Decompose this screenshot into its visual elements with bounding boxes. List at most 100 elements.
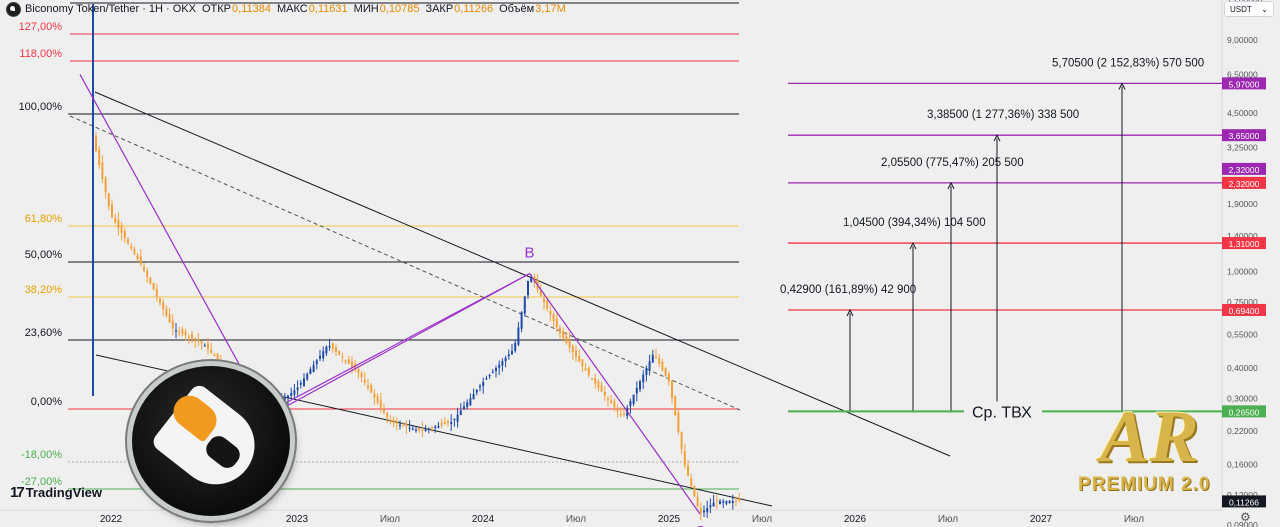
candle-body <box>466 402 469 408</box>
y-axis-tick-label: 4,50000 <box>1227 108 1258 118</box>
candle-body <box>424 429 427 432</box>
biconomy-logo-icon <box>6 1 21 17</box>
candle-body <box>738 498 741 502</box>
candle-body <box>488 374 491 377</box>
candle-body <box>168 313 171 323</box>
price-badge-label: 0,69400 <box>1229 306 1260 316</box>
candle-body <box>95 135 97 152</box>
candle-body <box>347 359 350 364</box>
candle-body <box>200 341 203 344</box>
fib-level-label: 0,00% <box>31 396 62 408</box>
candle-body <box>712 502 715 507</box>
y-axis-tick-label: 0,30000 <box>1227 393 1258 403</box>
fib-level-label: 38,20% <box>25 284 63 296</box>
candle-body <box>549 310 552 315</box>
candle-body <box>546 300 549 309</box>
candle-body <box>143 266 145 271</box>
open-value: 0,11384 <box>232 3 271 15</box>
candle-body <box>101 162 104 179</box>
candle-body <box>187 336 190 338</box>
candle-body <box>130 246 133 249</box>
candle-body <box>437 425 440 428</box>
candle-body <box>357 368 360 373</box>
candle-body <box>696 496 699 507</box>
candle-body <box>421 429 424 431</box>
candle-body <box>210 349 213 353</box>
fib-level-label: -18,00% <box>21 449 62 461</box>
x-axis-tick-label: Июл <box>380 514 400 525</box>
candle-body <box>219 361 222 364</box>
candle-body <box>555 318 558 328</box>
candle-body <box>690 478 693 486</box>
candle-body <box>306 373 309 380</box>
candle-body <box>338 350 341 355</box>
tradingview-logo[interactable]: 17 TradingView <box>10 484 102 501</box>
candle-body <box>191 333 193 339</box>
price-badge-label: 0,26500 <box>1229 407 1260 417</box>
candle-body <box>687 465 689 476</box>
candle-body <box>517 327 520 345</box>
y-axis-tick-label: 1,00000 <box>1227 267 1258 277</box>
chart-area[interactable]: 18,0000013,000009,000006,500004,500003,2… <box>0 0 1280 527</box>
tradingview-mark-icon: 17 <box>10 484 25 501</box>
price-badge-label: 2,32000 <box>1229 179 1260 189</box>
x-axis-tick-label: 2022 <box>100 514 123 525</box>
candle-body <box>184 331 187 336</box>
candle-body <box>581 359 584 366</box>
candle-body <box>363 379 366 383</box>
symbol-header: Biconomy Token/Tether · 1H · OKX ОТКР 0,… <box>6 1 566 17</box>
candle-body <box>149 277 152 284</box>
candle-body <box>725 501 728 504</box>
candle-body <box>312 364 315 373</box>
candle-body <box>616 408 619 412</box>
gear-icon[interactable]: ⚙ <box>1240 510 1251 524</box>
y-axis-tick-label: 0,22000 <box>1227 426 1258 436</box>
candle-body <box>319 355 321 359</box>
candle-body <box>287 395 289 398</box>
candle-body <box>456 414 459 422</box>
y-axis-tick-label: 9,00000 <box>1227 35 1258 45</box>
candle-body <box>495 368 497 372</box>
currency-selector[interactable]: USDT ⌄ <box>1224 1 1274 17</box>
candle-body <box>299 382 302 385</box>
candle-body <box>735 500 737 503</box>
candle-body <box>667 373 670 382</box>
close-value: 0,11266 <box>454 3 494 15</box>
candle-body <box>511 350 513 355</box>
candle-body <box>376 396 379 403</box>
candle-body <box>527 280 529 296</box>
candle-body <box>104 178 107 193</box>
candle-body <box>594 378 597 384</box>
candle-body <box>146 271 149 277</box>
candle-body <box>559 327 561 334</box>
candle-body <box>715 500 718 502</box>
candle-body <box>447 421 449 423</box>
candle-body <box>584 368 587 371</box>
x-axis-tick-label: Июл <box>566 514 586 525</box>
biconomy-coin-logo <box>132 366 290 516</box>
x-axis-tick-label: 2025 <box>658 514 681 525</box>
candle-body <box>623 413 625 415</box>
candle-body <box>322 351 325 359</box>
candle-body <box>514 342 517 351</box>
candle-body <box>216 353 219 360</box>
candle-body <box>507 354 510 357</box>
candle-body <box>610 400 613 404</box>
candle-body <box>459 410 462 416</box>
candle-body <box>443 421 446 424</box>
candle-body <box>181 329 184 334</box>
target-note: 0,42900 (161,89%) 42 900 <box>780 284 916 296</box>
price-badge-label: 2,32000 <box>1229 165 1260 175</box>
candle-body <box>642 374 645 383</box>
candle-body <box>693 485 696 497</box>
candle-body <box>613 401 616 408</box>
candle-body <box>155 289 158 297</box>
candle-body <box>114 217 117 223</box>
symbol-title[interactable]: Biconomy Token/Tether · 1H · OKX <box>25 3 196 15</box>
pattern-point-label: B <box>524 245 534 262</box>
price-badge-label: 5,97000 <box>1229 79 1260 89</box>
candle-body <box>315 360 318 365</box>
target-note: 2,05500 (775,47%) 205 500 <box>881 157 1024 169</box>
tradingview-wordmark: TradingView <box>25 485 103 500</box>
candle-body <box>699 508 702 514</box>
